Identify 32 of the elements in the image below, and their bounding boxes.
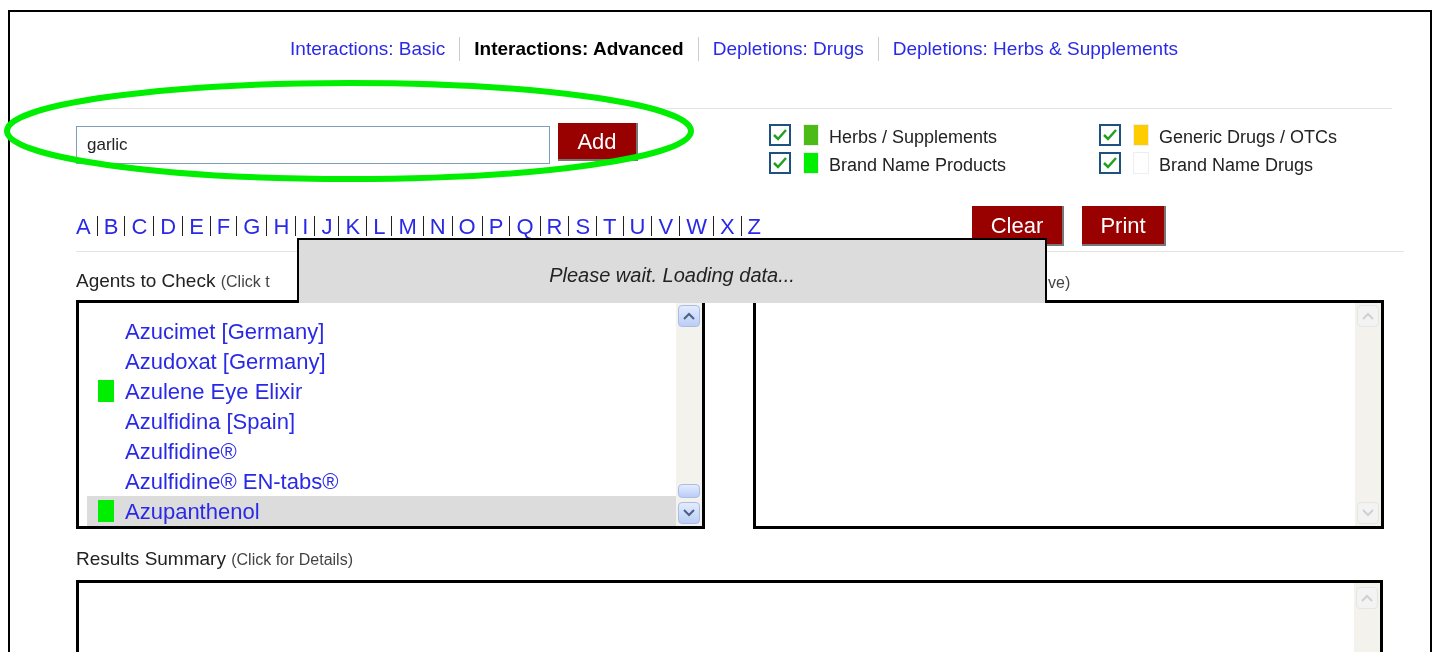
- search-field[interactable]: garlic: [76, 126, 550, 164]
- filter-label: Generic Drugs / OTCs: [1159, 125, 1338, 149]
- letter-link[interactable]: H: [273, 209, 290, 243]
- letter-link[interactable]: F: [216, 209, 231, 243]
- letter-link[interactable]: A: [76, 209, 91, 243]
- agent-item[interactable]: Azulfidine®: [87, 436, 676, 466]
- letter-link[interactable]: G: [243, 209, 261, 243]
- section-hint: (Click t: [220, 272, 270, 290]
- agent-item[interactable]: Azupanthenol: [87, 496, 676, 526]
- filter-label: Brand Name Drugs: [1159, 153, 1314, 177]
- agent-item[interactable]: Azucimet [Germany]: [87, 316, 676, 346]
- loading-message: Please wait. Loading data...: [549, 263, 795, 288]
- filter-label: Brand Name Products: [829, 153, 1007, 177]
- agent-item[interactable]: Azulfidina [Spain]: [87, 406, 676, 436]
- agent-item[interactable]: Azulene Eye Elixir: [87, 376, 676, 406]
- nav-tab[interactable]: Depletions: Drugs: [712, 34, 864, 64]
- agent-item[interactable]: Azudoxat [Germany]: [87, 346, 676, 376]
- print-button[interactable]: Print: [1082, 206, 1166, 246]
- letter-link[interactable]: C: [131, 209, 148, 243]
- letter-link[interactable]: D: [160, 209, 177, 243]
- section-hint: (Click for Details): [231, 551, 353, 568]
- nav-tab[interactable]: Interactions: Advanced: [474, 34, 684, 64]
- add-button[interactable]: Add: [558, 123, 638, 161]
- filter-label: Herbs / Supplements: [829, 125, 998, 149]
- section-title: Agents to Check: [76, 269, 216, 291]
- nav-tab[interactable]: Depletions: Herbs & Supplements: [892, 34, 1178, 64]
- section-title: Results Summary: [76, 548, 226, 569]
- letter-link[interactable]: B: [103, 209, 119, 243]
- letter-link[interactable]: E: [189, 209, 204, 243]
- section-hint: ve): [1048, 273, 1071, 293]
- agent-item[interactable]: Azulfidine® EN-tabs®: [87, 466, 676, 496]
- nav-tab[interactable]: Interactions: Basic: [290, 34, 446, 64]
